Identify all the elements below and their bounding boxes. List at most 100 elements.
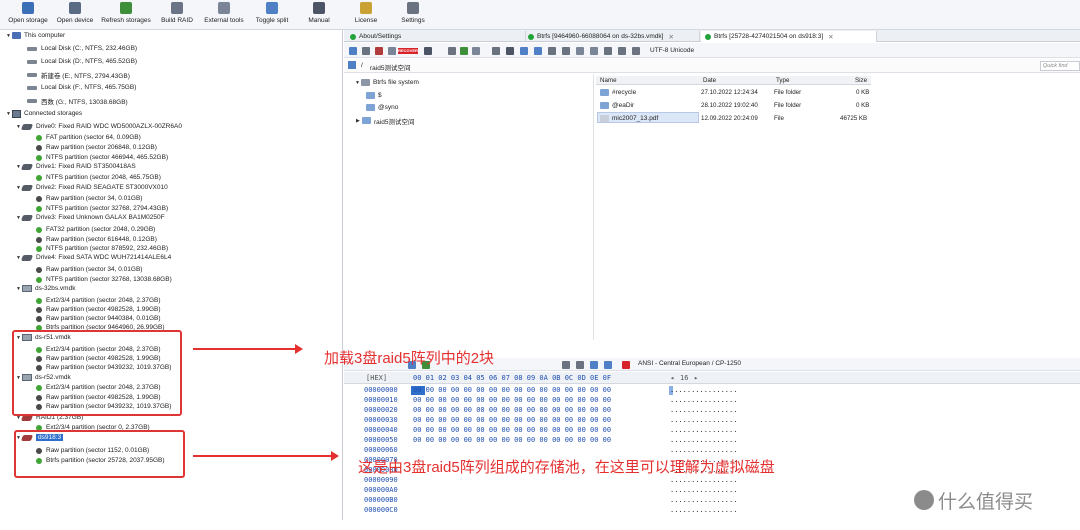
tree-partition[interactable]: Raw partition (sector 206848, 0.12GB) xyxy=(36,143,157,152)
grid-view-icon[interactable] xyxy=(548,47,556,55)
hex-encoding-select[interactable]: ANSI - Central European / CP-1250 xyxy=(638,360,741,367)
fs-tree-root[interactable]: ▼ Btrfs file system xyxy=(355,78,419,87)
tree-partition[interactable]: NTFS partition (sector 32768, 13038.68GB… xyxy=(36,275,172,284)
thumbnail-icon[interactable] xyxy=(562,47,570,55)
tree-partition[interactable]: NTFS partition (sector 32768, 2794.43GB) xyxy=(36,204,168,213)
tree-partition[interactable]: NTFS partition (sector 466944, 465.52GB) xyxy=(36,153,168,162)
tree-vmdk[interactable]: ▼ ds-32bs.vmdk xyxy=(16,284,75,293)
tree-partition[interactable]: FAT partition (sector 64, 0.09GB) xyxy=(36,133,141,142)
hex-bytes[interactable]: 00 00 00 00 00 00 00 00 00 00 00 00 00 0… xyxy=(413,436,611,444)
tree-local-disk[interactable]: Local Disk (D:, NTFS, 465.52GB) xyxy=(27,57,137,66)
tree-this-computer[interactable]: ▼ This computer xyxy=(6,31,65,40)
path-root[interactable]: / xyxy=(361,62,363,69)
tree-local-disk[interactable]: 新建卷 (E:, NTFS, 2794.43GB) xyxy=(27,70,130,80)
tree-partition[interactable]: FAT32 partition (sector 2048, 0.29GB) xyxy=(36,225,155,234)
tree-partition[interactable]: Ext2/3/4 partition (sector 2048, 2.37GB) xyxy=(36,296,161,305)
bookmark-icon[interactable] xyxy=(375,47,383,55)
tree-partition[interactable]: Raw partition (sector 34, 0.01GB) xyxy=(36,265,142,274)
detail-view-icon[interactable] xyxy=(534,47,542,55)
hex-ascii[interactable]: ................ xyxy=(670,496,737,504)
tree-partition[interactable]: Raw partition (sector 616448, 0.12GB) xyxy=(36,235,157,244)
search-icon[interactable] xyxy=(472,47,480,55)
close-icon[interactable]: ✕ xyxy=(668,33,673,41)
tree-drive[interactable]: ▼ Drive3: Fixed Unknown GALAX BA1M0250F xyxy=(16,213,165,222)
license-button[interactable]: License xyxy=(340,2,392,24)
tree-local-disk[interactable]: Local Disk (C:, NTFS, 232.46GB) xyxy=(27,44,137,53)
open-device-button[interactable]: Open device xyxy=(49,2,101,24)
toggle-split-button[interactable]: Toggle split xyxy=(246,2,298,24)
tree-partition[interactable]: NTFS partition (sector 2048, 465.75GB) xyxy=(36,173,161,182)
hex-bytes[interactable]: 00 00 00 00 00 00 00 00 00 00 00 00 00 0… xyxy=(413,426,611,434)
tab-btrfs-ds32bs[interactable]: Btrfs [9464960-66088064 on ds-32bs.vmdk]… xyxy=(524,31,700,42)
tree-drive[interactable]: ▼ Drive2: Fixed RAID SEAGATE ST3000VX010 xyxy=(16,183,168,192)
tree-partition[interactable]: NTFS partition (sector 878592, 232.46GB) xyxy=(36,244,168,253)
hex-ascii[interactable]: ................ xyxy=(670,416,737,424)
tree-drive[interactable]: ▼ Drive4: Fixed SATA WDC WUH721414ALE6L4 xyxy=(16,253,171,262)
close-icon[interactable]: ✕ xyxy=(828,33,833,41)
sort-icon[interactable] xyxy=(576,47,584,55)
list-view-icon[interactable] xyxy=(520,47,528,55)
tab-btrfs-ds918[interactable]: Btrfs [25728-4274021504 on ds918:3] ✕ xyxy=(701,31,877,42)
path-current[interactable]: raid5测试空间 xyxy=(370,62,410,72)
open-storage-button[interactable]: Open storage xyxy=(2,2,54,24)
hex-ascii[interactable]: ................ xyxy=(670,486,737,494)
hex-tool-icon[interactable] xyxy=(576,361,584,369)
properties-icon[interactable] xyxy=(362,47,370,55)
fs-tree-folder[interactable]: @syno xyxy=(366,103,398,112)
hex-ascii[interactable]: ................ xyxy=(670,506,737,514)
hex-tool-icon[interactable] xyxy=(604,361,612,369)
file-row[interactable]: @eaDir xyxy=(600,101,634,110)
view-icon[interactable] xyxy=(349,47,357,55)
column-name[interactable]: Name xyxy=(600,77,617,84)
hex-tool-icon[interactable] xyxy=(590,361,598,369)
hex-bytes[interactable]: 00 00 00 00 00 00 00 00 00 00 00 00 00 0… xyxy=(413,396,611,404)
hex-icon[interactable] xyxy=(604,47,612,55)
hex-ascii[interactable]: ................ xyxy=(670,426,737,434)
folder-up-icon[interactable] xyxy=(348,61,356,69)
up-icon[interactable] xyxy=(424,47,432,55)
hex-tool-icon[interactable] xyxy=(622,361,630,369)
hex-width-value[interactable]: 16 xyxy=(680,374,688,382)
tree-drive[interactable]: ▼ Drive0: Fixed RAID WDC WD5000AZLX-00ZR6… xyxy=(16,122,182,131)
settings-button[interactable]: Settings xyxy=(387,2,439,24)
hex-ascii[interactable]: ................ xyxy=(670,446,737,454)
filter-icon[interactable] xyxy=(506,47,514,55)
build-raid-button[interactable]: Build RAID xyxy=(151,2,203,24)
recover-button[interactable]: RECOVER xyxy=(398,48,418,54)
hex-ascii[interactable]: ................ xyxy=(670,436,737,444)
copy-icon[interactable] xyxy=(388,47,396,55)
encoding-select[interactable]: UTF-8 Unicode xyxy=(650,47,694,54)
hex-ascii[interactable]: ................ xyxy=(670,476,737,484)
info-icon[interactable] xyxy=(618,47,626,55)
column-date[interactable]: Date xyxy=(703,77,716,84)
hex-bytes[interactable]: 00 00 00 00 00 00 00 00 00 00 00 00 00 0… xyxy=(413,416,611,424)
tree-drive[interactable]: ▼ Drive1: Fixed RAID ST3500418AS xyxy=(16,162,136,171)
split-icon[interactable] xyxy=(632,47,640,55)
hex-tool-icon[interactable] xyxy=(562,361,570,369)
tree-local-disk[interactable]: Local Disk (F:, NTFS, 465.75GB) xyxy=(27,83,136,92)
file-row[interactable]: mic2007_13.pdf xyxy=(600,114,658,123)
quick-find-input[interactable]: Quick find xyxy=(1040,61,1080,71)
tab-about-settings[interactable]: About/Settings xyxy=(346,31,526,42)
save-icon[interactable] xyxy=(448,47,456,55)
hex-bytes[interactable]: 00 00 00 00 00 00 00 00 00 00 00 00 00 0… xyxy=(413,406,611,414)
manual-button[interactable]: Manual xyxy=(293,2,345,24)
hex-ascii[interactable]: ................ xyxy=(670,396,737,404)
hex-ascii[interactable]: ................ xyxy=(670,386,737,394)
column-type[interactable]: Type xyxy=(776,77,789,84)
external-tools-button[interactable]: External tools xyxy=(198,2,250,24)
tree-partition[interactable]: Raw partition (sector 34, 0.01GB) xyxy=(36,194,142,203)
fs-tree-folder[interactable]: ▶ raid5测试空间 xyxy=(356,116,414,126)
tree-local-disk[interactable]: 西数 (G:, NTFS, 13038.68GB) xyxy=(27,96,128,106)
tree-partition[interactable]: Raw partition (sector 4982528, 1.99GB) xyxy=(36,305,161,314)
file-row[interactable]: #recycle xyxy=(600,88,636,97)
column-size[interactable]: Size xyxy=(855,77,867,84)
fs-tree-folder[interactable]: $ xyxy=(366,91,382,100)
hex-bytes[interactable]: 00 00 00 00 00 00 00 00 00 00 00 00 00 0… xyxy=(413,386,611,394)
tool-icon[interactable] xyxy=(492,47,500,55)
hex-ascii[interactable]: ................ xyxy=(670,406,737,414)
export-icon[interactable] xyxy=(460,47,468,55)
tree-connected-storages[interactable]: ▼ Connected storages xyxy=(6,109,82,118)
columns-icon[interactable] xyxy=(590,47,598,55)
refresh-storages-button[interactable]: Refresh storages xyxy=(100,2,152,24)
